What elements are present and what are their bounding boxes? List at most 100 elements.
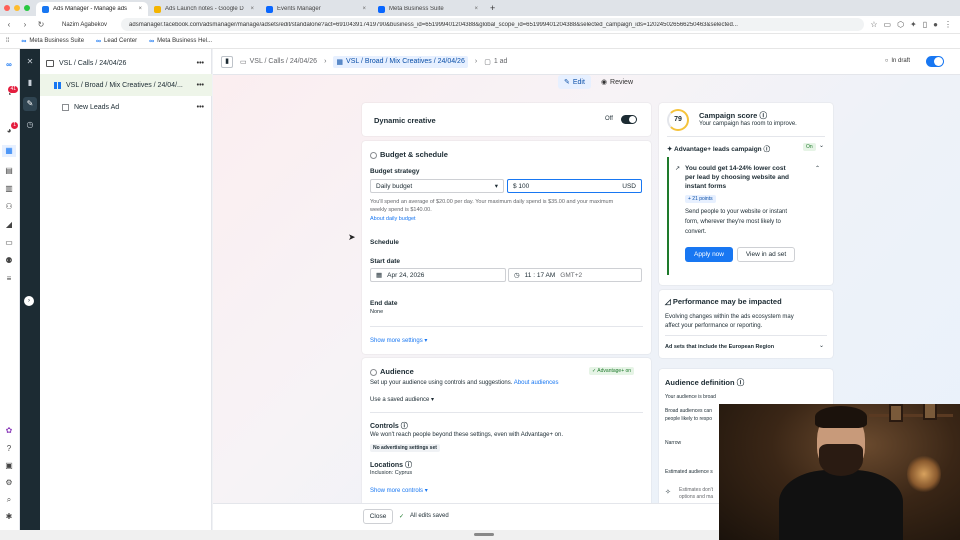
adset-toggle[interactable]: [926, 56, 944, 67]
timezone-label: GMT+2: [560, 271, 583, 279]
close-icon[interactable]: ✕: [23, 55, 37, 69]
menu-icon[interactable]: ⋮: [944, 20, 952, 29]
avatar[interactable]: ●: [933, 20, 938, 29]
chevron-right-icon: ›: [474, 58, 478, 65]
ad-icon: ▢: [484, 58, 491, 66]
meta-favicon-icon: [42, 5, 49, 13]
tab-edit[interactable]: ✎ Edit: [558, 75, 591, 89]
people-icon[interactable]: ⚉: [2, 255, 16, 267]
history-icon[interactable]: ◷: [23, 118, 37, 132]
performance-body: affect your performance or reporting.: [665, 323, 763, 329]
chevron-down-icon[interactable]: ⌄: [819, 342, 824, 349]
close-button[interactable]: Close: [363, 509, 393, 524]
url-input[interactable]: adsmanager.facebook.com/adsmanager/manag…: [121, 18, 865, 31]
info-icon[interactable]: ⓘ: [737, 378, 745, 387]
new-tab-button[interactable]: +: [484, 3, 501, 16]
person-hair: [815, 406, 867, 428]
budget-note: You'll spend an average of $20.00 per da…: [370, 199, 614, 205]
info-icon[interactable]: ⓘ: [759, 111, 767, 120]
tree-row-ad[interactable]: New Leads Ad •••: [40, 96, 212, 118]
chevron-down-icon[interactable]: ⌄: [819, 142, 824, 149]
chart-icon[interactable]: ▮: [23, 76, 37, 90]
dynamic-creative-toggle[interactable]: [621, 115, 637, 124]
performance-card: ◿ Performance may be impacted Evolving c…: [659, 290, 833, 358]
alerts-icon[interactable]: ◕ 1: [2, 122, 18, 137]
maximize-window-button[interactable]: [24, 5, 30, 11]
edit-pencil-icon[interactable]: ✎: [23, 97, 37, 111]
info-icon[interactable]: ⓘ: [763, 146, 770, 153]
camera-icon[interactable]: ▭: [884, 20, 892, 29]
view-in-ad-set-button[interactable]: View in ad set: [737, 247, 795, 262]
browser-tab[interactable]: Ads Launch notes - Google D ×: [148, 2, 260, 16]
ads-manager-icon[interactable]: ▦: [2, 145, 16, 157]
more-options-icon[interactable]: •••: [197, 60, 204, 67]
bookmark-item[interactable]: ∞ Lead Center: [96, 38, 137, 45]
apps-icon[interactable]: ⁞⁞: [6, 38, 9, 44]
breadcrumb-ad[interactable]: ▢ 1 ad: [484, 58, 507, 66]
more-options-icon[interactable]: •••: [197, 82, 204, 89]
close-tab-icon[interactable]: ×: [362, 6, 366, 12]
extension-icon[interactable]: ⬡: [897, 20, 904, 29]
about-daily-budget-link[interactable]: About daily budget: [370, 216, 416, 222]
show-more-controls-link[interactable]: Show more controls ▾: [370, 487, 428, 494]
mouse-cursor-icon: ➤: [348, 232, 356, 242]
apply-now-button[interactable]: Apply now: [685, 247, 733, 262]
search-icon[interactable]: ⌕: [2, 494, 16, 506]
all-tools-icon[interactable]: ≡: [2, 273, 16, 285]
show-more-settings-link[interactable]: Show more settings ▾: [370, 337, 427, 344]
tip-body: Send people to your website or instant: [685, 209, 788, 215]
editor-toolbar: ▮ ▭ VSL / Calls / 24/04/26 › ▦ VSL / Broad…: [213, 49, 960, 75]
browser-tab[interactable]: Meta Business Suite ×: [372, 2, 484, 16]
profile-name[interactable]: Nazim Agabekov: [52, 22, 115, 28]
start-date-input[interactable]: ▦ Apr 24, 2026: [370, 268, 506, 282]
bug-icon[interactable]: ✱: [2, 511, 16, 523]
chevron-up-icon[interactable]: ⌃: [815, 165, 820, 172]
tab-review[interactable]: ◉ Review: [595, 75, 639, 89]
campaign-icon[interactable]: ◢: [2, 219, 16, 231]
help-icon[interactable]: ?: [2, 443, 16, 455]
pages-icon[interactable]: ▤: [2, 165, 16, 177]
more-options-icon[interactable]: •••: [197, 104, 204, 111]
settings-icon[interactable]: ⚙: [2, 477, 16, 489]
about-audiences-link[interactable]: About audiences: [514, 380, 559, 386]
expand-arrow-icon[interactable]: ›: [24, 296, 34, 306]
close-tab-icon[interactable]: ×: [138, 6, 142, 12]
info-icon[interactable]: ⓘ: [405, 462, 412, 469]
close-window-button[interactable]: [4, 5, 10, 11]
sidebar-icon[interactable]: ▯: [923, 20, 927, 29]
reload-icon[interactable]: ↻: [36, 20, 46, 29]
star-icon[interactable]: ☆: [870, 20, 877, 29]
notifications-icon[interactable]: ◔ 41: [2, 86, 18, 101]
person-torso: [779, 470, 903, 540]
back-icon[interactable]: ‹: [4, 20, 14, 29]
dynamic-creative-label: Dynamic creative: [374, 116, 436, 125]
bookmark-item[interactable]: ∞ Meta Business Suite: [21, 38, 84, 45]
browser-tab[interactable]: Ads Manager - Manage ads ×: [36, 2, 148, 16]
audiences-icon[interactable]: ⚇: [2, 201, 16, 213]
business-icon[interactable]: ✿: [2, 425, 16, 437]
minimize-window-button[interactable]: [14, 5, 20, 11]
breadcrumb-campaign[interactable]: ▭ VSL / Calls / 24/04/26: [240, 58, 317, 66]
info-icon[interactable]: ⓘ: [401, 423, 408, 430]
close-tab-icon[interactable]: ×: [474, 6, 478, 12]
resize-handle[interactable]: [474, 533, 494, 536]
ads-reporting-icon[interactable]: ▥: [2, 183, 16, 195]
budget-strategy-select[interactable]: Daily budget ▾: [370, 179, 504, 193]
report-icon[interactable]: ▣: [2, 460, 16, 472]
european-region-row[interactable]: Ad sets that include the European Region: [665, 344, 774, 350]
meta-logo-icon[interactable]: ∞: [2, 59, 16, 71]
tree-row-campaign[interactable]: VSL / Calls / 24/04/26 •••: [40, 52, 212, 74]
browser-tab[interactable]: Events Manager ×: [260, 2, 372, 16]
tree-row-adset[interactable]: VSL / Broad / Mix Creatives / 24/04/... …: [40, 74, 212, 96]
saved-audience-dropdown[interactable]: Use a saved audience ▾: [370, 396, 434, 403]
close-tab-icon[interactable]: ×: [250, 6, 254, 12]
breadcrumb-adset[interactable]: ▦ VSL / Broad / Mix Creatives / 24/04/26: [333, 55, 468, 68]
toggle-panel-icon[interactable]: ▮: [221, 55, 233, 68]
bookmark-item[interactable]: ∞ Meta Business Hel...: [149, 38, 212, 45]
puzzle-icon[interactable]: ✦: [910, 20, 917, 29]
chevron-right-icon: ›: [324, 58, 327, 65]
forward-icon[interactable]: ›: [20, 20, 30, 29]
budget-amount-input[interactable]: $ 100 USD: [507, 179, 642, 193]
billing-icon[interactable]: ▭: [2, 237, 16, 249]
start-time-input[interactable]: ◷ 11 : 17 AM GMT+2: [508, 268, 642, 282]
